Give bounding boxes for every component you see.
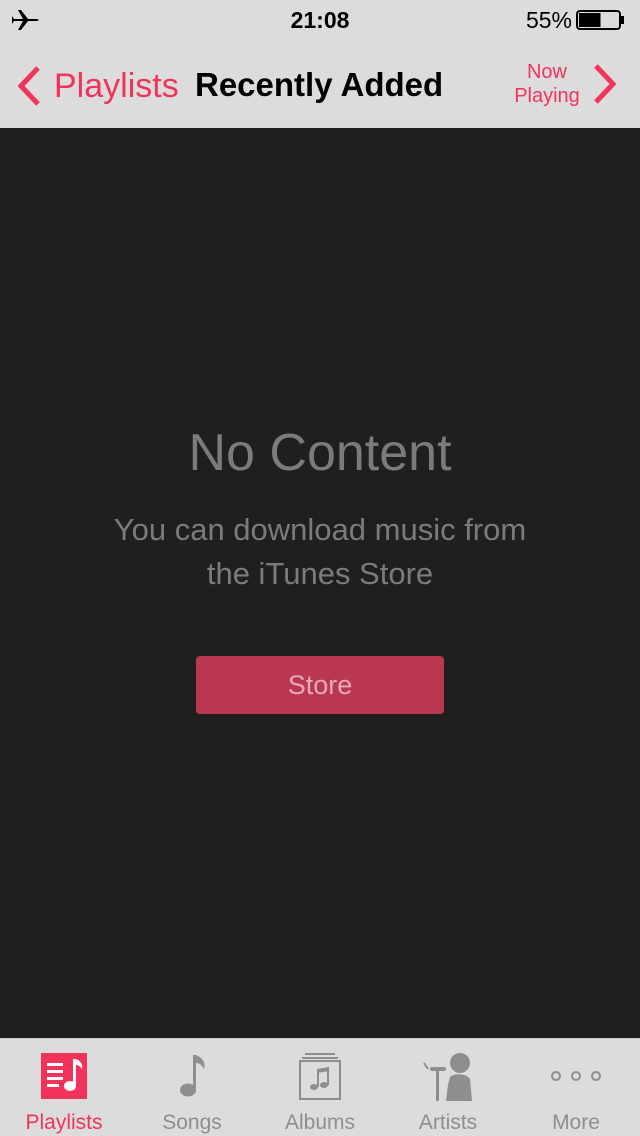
tab-label-more: More xyxy=(552,1111,600,1134)
empty-message: You can download music from the iTunes S… xyxy=(70,508,570,596)
empty-message-line2: the iTunes Store xyxy=(206,556,434,591)
albums-icon xyxy=(299,1053,341,1100)
back-label: Playlists xyxy=(54,66,179,105)
empty-state: No Content You can download music from t… xyxy=(0,128,640,1038)
now-playing-button[interactable]: Now Playing xyxy=(512,60,618,108)
playlists-icon xyxy=(41,1053,87,1099)
tab-label-songs: Songs xyxy=(162,1111,222,1134)
note-icon xyxy=(180,1055,205,1097)
chevron-left-icon xyxy=(17,66,40,106)
now-playing-label: Now Playing xyxy=(512,60,582,108)
tab-playlists[interactable]: Playlists xyxy=(0,1039,128,1136)
more-icon xyxy=(551,1071,601,1081)
battery-icon xyxy=(576,10,624,30)
tab-artists[interactable]: Artists xyxy=(384,1039,512,1136)
empty-message-line1: You can download music from xyxy=(113,512,527,547)
tab-songs[interactable]: Songs xyxy=(128,1039,256,1136)
tab-albums[interactable]: Albums xyxy=(256,1039,384,1136)
battery-percent: 55% xyxy=(525,7,572,33)
artist-icon xyxy=(423,1053,472,1101)
tab-more[interactable]: More xyxy=(512,1039,640,1136)
store-button[interactable]: Store xyxy=(196,656,444,714)
chevron-right-icon xyxy=(594,64,617,104)
tab-label-playlists: Playlists xyxy=(25,1111,103,1134)
tab-label-artists: Artists xyxy=(418,1111,478,1134)
back-button[interactable]: Playlists xyxy=(16,64,179,108)
empty-title: No Content xyxy=(188,424,452,482)
tab-label-albums: Albums xyxy=(284,1111,356,1134)
tab-bar: Playlists Songs Albums Artists More xyxy=(0,1038,640,1136)
status-bar: 21:08 55% xyxy=(0,0,640,40)
now-playing-line1: Now xyxy=(526,61,567,83)
navigation-bar: Playlists Recently Added Now Playing xyxy=(0,40,640,128)
page-title: Recently Added xyxy=(195,66,444,103)
now-playing-line2: Playing xyxy=(514,85,580,107)
top-bar: 21:08 55% Playlists Recently Added Now P… xyxy=(0,0,640,128)
